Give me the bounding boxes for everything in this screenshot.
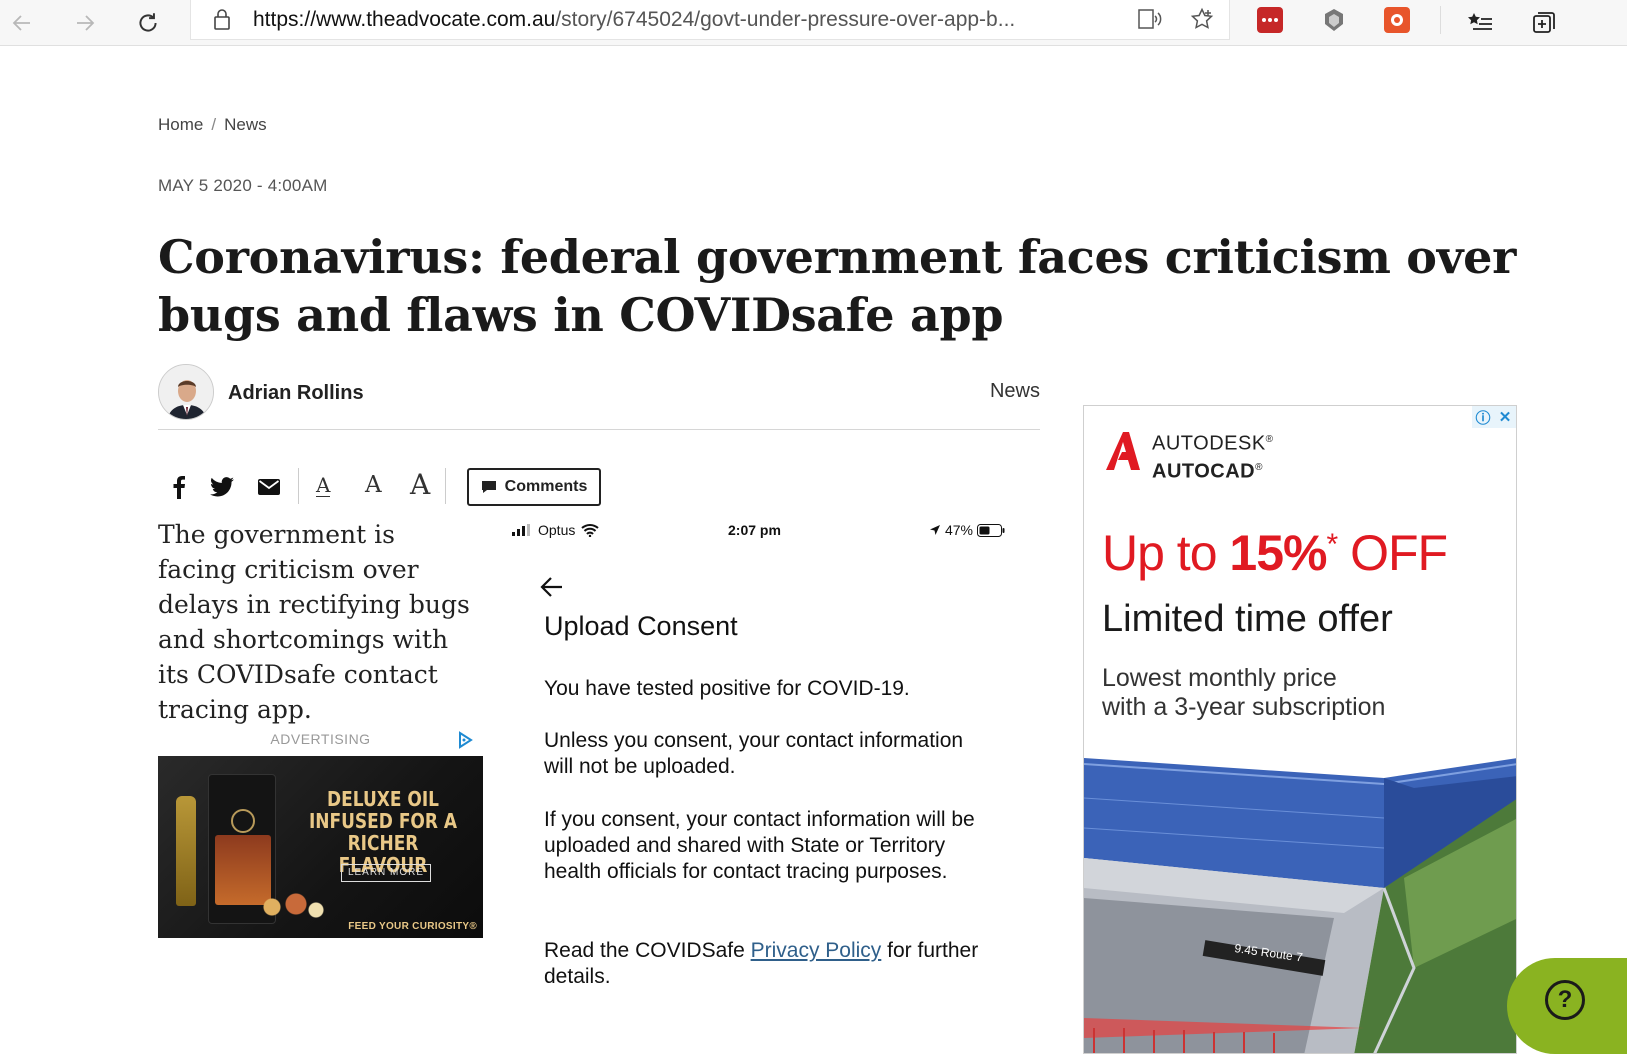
ad-brand: AUTODESK® AUTOCAD® xyxy=(1152,428,1274,483)
food-garnish-image xyxy=(248,892,328,922)
comments-button[interactable]: Comments xyxy=(467,468,601,506)
article-headline: Coronavirus: federal government faces cr… xyxy=(158,230,1517,342)
author-row: Adrian Rollins News xyxy=(158,364,1040,430)
ad-offer: Up to 15%* OFF xyxy=(1102,524,1448,582)
ad-tagline: FEED YOUR CURIOSITY® xyxy=(348,921,477,932)
carrier-name: Optus xyxy=(538,522,576,538)
sidebar-advertisement[interactable]: ⓘ ✕ AUTODESK® AUTOCAD® Up to 15%* OFF Li… xyxy=(1083,405,1517,1054)
phone-screenshot: Optus 2:07 pm 47% Upload Consent You hav… xyxy=(495,512,1025,1054)
ad-headline: DELUXE OIL INFUSED FOR A RICHER FLAVOUR xyxy=(308,787,458,877)
ad-close-icon[interactable]: ✕ xyxy=(1494,406,1516,428)
font-size-small-button[interactable]: A xyxy=(316,474,331,497)
toolbar-divider xyxy=(1440,6,1441,34)
author-name[interactable]: Adrian Rollins xyxy=(228,382,364,405)
url-host: https://www.theadvocate.com.au xyxy=(253,8,556,31)
share-divider xyxy=(445,468,446,504)
lock-icon[interactable] xyxy=(205,2,239,36)
collections-icon[interactable] xyxy=(1527,6,1561,40)
autodesk-logo-icon xyxy=(1104,430,1142,477)
breadcrumb-home[interactable]: Home xyxy=(158,115,203,134)
font-size-medium-button[interactable]: A xyxy=(365,472,382,498)
help-widget[interactable]: ? xyxy=(1507,958,1627,1054)
location-arrow-icon xyxy=(929,525,940,535)
ad-controls: ⓘ ✕ xyxy=(1472,406,1516,428)
phone-battery: 47% xyxy=(929,522,1005,538)
offer-prefix: Up to xyxy=(1102,525,1230,581)
ad-limited-offer: Limited time offer xyxy=(1102,598,1393,640)
facebook-icon[interactable] xyxy=(164,472,194,502)
offer-percent: 15% xyxy=(1229,525,1327,581)
comment-icon xyxy=(481,481,496,493)
ad-price-line1: Lowest monthly price xyxy=(1102,664,1337,692)
phone-paragraph-consent: Unless you consent, your contact informa… xyxy=(544,729,964,778)
offer-suffix: OFF xyxy=(1337,525,1448,581)
advertising-label: ADVERTISING xyxy=(270,731,371,747)
phone-back-arrow-icon xyxy=(540,576,564,603)
phone-time: 2:07 pm xyxy=(728,522,781,538)
product-seal xyxy=(231,809,255,833)
share-divider xyxy=(298,468,299,504)
phone-screen-title: Upload Consent xyxy=(544,611,738,641)
adchoices-icon[interactable] xyxy=(456,731,474,749)
wifi-icon xyxy=(581,524,600,537)
breadcrumb-news[interactable]: News xyxy=(224,115,267,134)
url-text[interactable]: https://www.theadvocate.com.au/story/674… xyxy=(253,8,1015,32)
ad-brand-line2: AUTOCAD® xyxy=(1152,460,1264,483)
share-toolbar: A A A Comments xyxy=(158,466,618,508)
oil-bottle-image xyxy=(176,796,196,906)
phone-paragraph-privacy: Read the COVIDSafe Privacy Policy for fu… xyxy=(544,938,984,990)
extension-red-icon[interactable] xyxy=(1384,7,1410,33)
refresh-icon[interactable] xyxy=(131,6,165,40)
battery-percent: 47% xyxy=(944,522,973,538)
help-icon[interactable]: ? xyxy=(1545,980,1585,1020)
phone-carrier: Optus xyxy=(512,522,600,538)
email-icon[interactable] xyxy=(254,472,284,502)
font-size-large-button[interactable]: A xyxy=(410,468,430,501)
address-bar[interactable]: https://www.theadvocate.com.au/story/674… xyxy=(190,0,1230,40)
article-lede: The government is facing criticism over … xyxy=(158,520,470,724)
browser-toolbar: https://www.theadvocate.com.au/story/674… xyxy=(0,0,1627,46)
privacy-policy-link: Privacy Policy xyxy=(750,939,882,962)
url-path: /story/6745024/govt-under-pressure-over-… xyxy=(555,8,1016,31)
read-aloud-icon[interactable] xyxy=(1133,2,1167,36)
section-tag[interactable]: News xyxy=(990,380,1040,403)
breadcrumb-separator: / xyxy=(211,115,217,134)
favorites-list-icon[interactable] xyxy=(1463,6,1497,40)
phone-paragraph-upload: If you consent, your contact information… xyxy=(544,808,975,883)
article-dateline: MAY 5 2020 - 4:00AM xyxy=(158,176,328,195)
phone-paragraph-tested: You have tested positive for COVID-19. xyxy=(544,677,910,700)
favorite-star-icon[interactable] xyxy=(1185,2,1219,36)
phone-status-bar: Optus 2:07 pm 47% xyxy=(512,522,1005,542)
extension-shield-icon[interactable] xyxy=(1321,7,1347,33)
breadcrumb: Home / News xyxy=(158,115,267,135)
author-avatar[interactable] xyxy=(158,364,214,420)
offer-asterisk: * xyxy=(1326,528,1338,561)
inline-advertisement[interactable]: DELUXE OIL INFUSED FOR A RICHER FLAVOUR … xyxy=(158,756,483,938)
ad-price-note: Lowest monthly price with a 3-year subsc… xyxy=(1102,664,1385,722)
extension-lastpass-icon[interactable] xyxy=(1257,7,1283,33)
ad-info-icon[interactable]: ⓘ xyxy=(1472,406,1494,428)
back-icon[interactable] xyxy=(5,6,39,40)
ad-brand-line1: AUTODESK® xyxy=(1152,432,1274,455)
comments-label: Comments xyxy=(504,478,588,495)
architectural-render-image: 9.45 Route 7 xyxy=(1084,738,1516,1053)
privacy-prefix: Read the COVIDSafe xyxy=(544,939,751,962)
twitter-icon[interactable] xyxy=(207,472,237,502)
signal-icon xyxy=(512,524,530,536)
battery-icon xyxy=(977,523,1005,537)
forward-icon[interactable] xyxy=(68,6,102,40)
ad-price-line2: with a 3-year subscription xyxy=(1102,693,1386,721)
ad-learn-more-button[interactable]: LEARN MORE xyxy=(341,864,431,882)
